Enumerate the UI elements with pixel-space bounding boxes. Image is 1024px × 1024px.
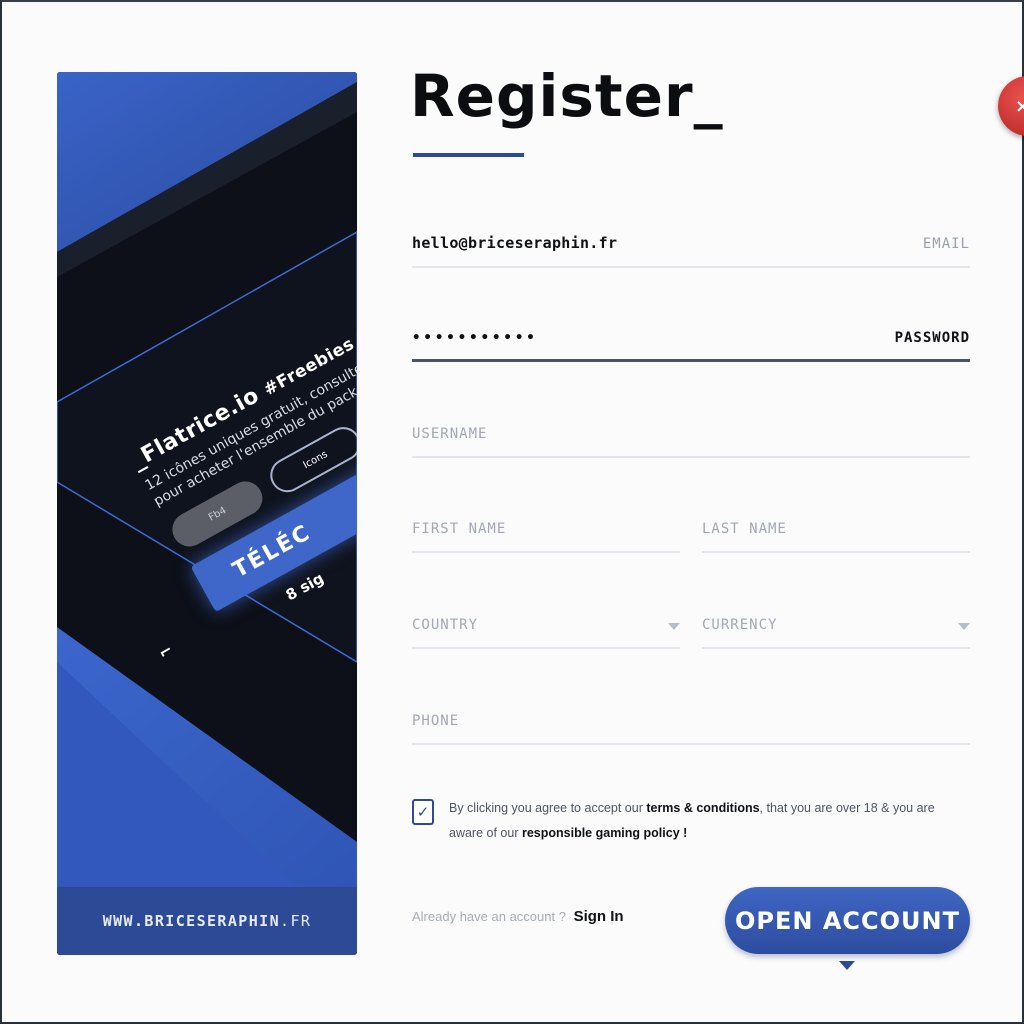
gaming-policy-link[interactable]: responsible gaming policy ! — [522, 826, 687, 840]
promo-website-link[interactable]: WWW.BRICESERAPHIN.FR — [103, 912, 312, 930]
checkmark-icon: ✓ — [416, 803, 430, 821]
open-account-button[interactable]: OPEN ACCOUNT — [725, 887, 970, 954]
consent-text-a: By clicking you agree to accept our — [449, 801, 647, 815]
country-placeholder: COUNTRY — [412, 617, 479, 633]
promo-panel: _Flatrice.io#Freebies v1 12 icônes uniqu… — [57, 72, 357, 955]
signin-row: Already have an account ? Sign In — [412, 908, 624, 925]
phone-placeholder: PHONE — [412, 713, 460, 729]
promo-url-tld: .FR — [280, 912, 312, 930]
register-modal: _Flatrice.io#Freebies v1 12 icônes uniqu… — [0, 0, 1024, 1024]
terms-checkbox[interactable]: ✓ — [412, 799, 434, 825]
first-name-field[interactable]: FIRST NAME — [412, 505, 680, 553]
terms-link[interactable]: terms & conditions — [646, 801, 759, 815]
close-icon: × — [1015, 95, 1024, 117]
last-name-field[interactable]: LAST NAME — [702, 505, 970, 553]
email-field[interactable]: hello@briceseraphin.fr EMAIL — [412, 220, 970, 268]
password-value: ••••••••••• — [412, 330, 538, 346]
currency-select[interactable]: CURRENCY — [702, 601, 970, 649]
caret-down-icon — [839, 961, 855, 970]
country-select[interactable]: COUNTRY — [412, 601, 680, 649]
title-underline — [413, 153, 524, 157]
password-label: PASSWORD — [894, 330, 970, 346]
password-field[interactable]: ••••••••••• PASSWORD — [412, 314, 970, 362]
signin-prompt: Already have an account ? — [412, 909, 566, 924]
promo-artwork — [57, 72, 357, 887]
email-label: EMAIL — [922, 236, 970, 252]
chevron-down-icon — [668, 623, 680, 630]
close-button[interactable]: × — [998, 76, 1024, 136]
last-name-placeholder: LAST NAME — [702, 521, 787, 537]
chevron-down-icon — [958, 623, 970, 630]
signin-link[interactable]: Sign In — [574, 908, 624, 925]
open-account-label: OPEN ACCOUNT — [735, 906, 960, 935]
consent-text: By clicking you agree to accept our term… — [449, 796, 949, 846]
page-title: Register_ — [410, 62, 724, 130]
username-field[interactable]: USERNAME — [412, 410, 970, 458]
username-placeholder: USERNAME — [412, 426, 488, 442]
phone-field[interactable]: PHONE — [412, 697, 970, 745]
promo-url-main: WWW.BRICESERAPHIN — [102, 912, 281, 930]
first-name-placeholder: FIRST NAME — [412, 521, 507, 537]
currency-placeholder: CURRENCY — [702, 617, 778, 633]
promo-footer: WWW.BRICESERAPHIN.FR — [57, 887, 357, 955]
email-value: hello@briceseraphin.fr — [412, 234, 618, 252]
